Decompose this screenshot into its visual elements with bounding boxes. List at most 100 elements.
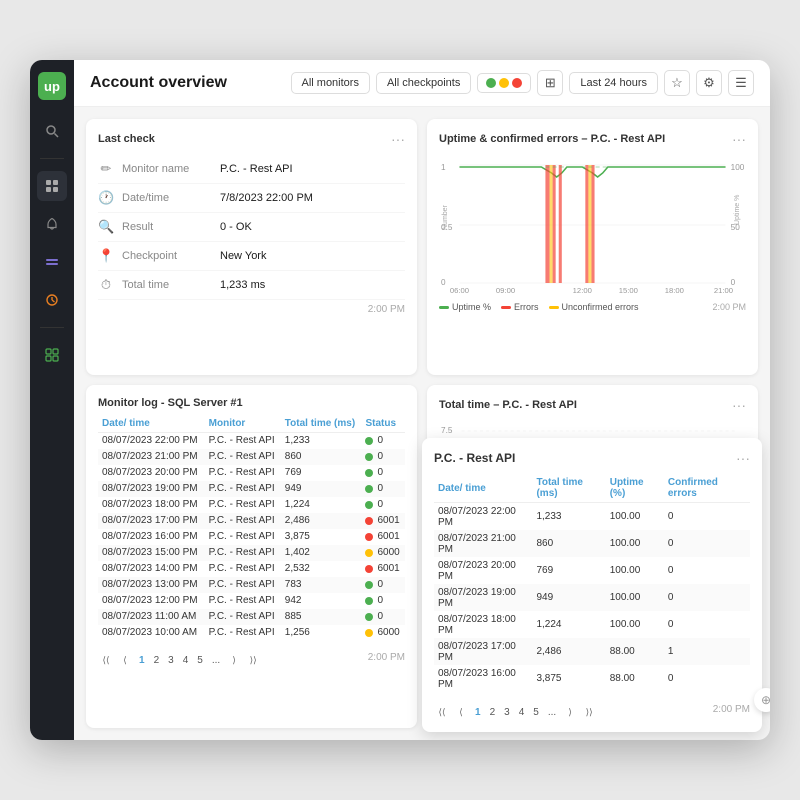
row-status: 0: [361, 449, 405, 465]
table-row: 08/07/2023 17:00 PM P.C. - Rest API 2,48…: [98, 513, 405, 529]
legend-errors-label: Errors: [514, 302, 539, 312]
table-row: 08/07/2023 22:00 PM 1,233 100.00 0: [434, 503, 750, 531]
table-row: 08/07/2023 18:00 PM 1,224 100.00 0: [434, 611, 750, 638]
float-page-1[interactable]: 1: [472, 706, 484, 719]
floating-table-header: Date/ time Total time (ms) Uptime (%) Co…: [434, 474, 750, 503]
legend-errors-color: [501, 306, 511, 309]
filter-red[interactable]: [512, 78, 522, 88]
float-page-first[interactable]: ⟨⟨: [434, 704, 450, 720]
last-check-menu[interactable]: ···: [391, 131, 405, 147]
row-total-time: 2,532: [281, 561, 362, 577]
row-datetime: 08/07/2023 20:00 PM: [98, 465, 205, 481]
page-4[interactable]: 4: [180, 654, 192, 667]
row-total-time: 949: [281, 481, 362, 497]
float-row-errors: 0: [664, 611, 750, 638]
page-last[interactable]: ⟩⟩: [245, 653, 261, 669]
row-status: 0: [361, 497, 405, 513]
uptime-chart-card: Uptime & confirmed errors – P.C. - Rest …: [427, 119, 758, 375]
svg-text:Uptime %: Uptime %: [733, 194, 741, 225]
app-logo: up: [38, 72, 66, 100]
float-row-uptime: 100.00: [606, 503, 664, 531]
total-time-chart-header: Total time – P.C. - Rest API ···: [439, 397, 746, 413]
floating-card-title: P.C. - Rest API: [434, 451, 515, 465]
result-row: 🔍 Result 0 - OK: [98, 213, 405, 242]
page-2[interactable]: 2: [151, 654, 163, 667]
sidebar-icon-search[interactable]: [37, 116, 67, 146]
all-monitors-button[interactable]: All monitors: [291, 72, 370, 94]
page-next[interactable]: ⟩: [226, 653, 242, 669]
status-dot: [365, 597, 373, 605]
star-button[interactable]: ☆: [664, 70, 690, 96]
datetime-row: 🕐 Date/time 7/8/2023 22:00 PM: [98, 184, 405, 213]
row-monitor: P.C. - Rest API: [205, 609, 281, 625]
page-prev[interactable]: ⟨: [117, 653, 133, 669]
float-page-5[interactable]: 5: [530, 706, 542, 719]
legend-unconfirmed-label: Unconfirmed errors: [562, 302, 639, 312]
monitor-log-pagination[interactable]: ⟨⟨ ⟨ 1 2 3 4 5 ... ⟩ ⟩⟩: [98, 653, 261, 669]
table-row: 08/07/2023 10:00 AM P.C. - Rest API 1,25…: [98, 625, 405, 641]
row-datetime: 08/07/2023 22:00 PM: [98, 432, 205, 449]
table-row: 08/07/2023 16:00 PM 3,875 88.00 0: [434, 665, 750, 692]
row-datetime: 08/07/2023 15:00 PM: [98, 545, 205, 561]
float-page-4[interactable]: 4: [516, 706, 528, 719]
page-1[interactable]: 1: [136, 654, 148, 667]
floating-card-menu[interactable]: ···: [736, 450, 750, 466]
row-monitor: P.C. - Rest API: [205, 593, 281, 609]
table-row: 08/07/2023 20:00 PM 769 100.00 0: [434, 557, 750, 584]
traffic-lights-filter[interactable]: [477, 73, 531, 93]
page-5[interactable]: 5: [194, 654, 206, 667]
total-time-chart-menu[interactable]: ···: [732, 397, 746, 413]
sidebar: up: [30, 60, 74, 740]
monitor-log-table: Date/ time Monitor Total time (ms) Statu…: [98, 415, 405, 641]
header-controls: All monitors All checkpoints ⊞ Last 24 h…: [291, 70, 755, 96]
row-datetime: 08/07/2023 10:00 AM: [98, 625, 205, 641]
row-monitor: P.C. - Rest API: [205, 449, 281, 465]
sidebar-icon-grid[interactable]: [37, 340, 67, 370]
row-status: 0: [361, 593, 405, 609]
monitor-name-row: ✏ Monitor name P.C. - Rest API: [98, 155, 405, 184]
svg-text:12:00: 12:00: [573, 286, 592, 295]
float-page-prev[interactable]: ⟨: [453, 704, 469, 720]
last-24-button[interactable]: Last 24 hours: [569, 72, 658, 94]
floating-card-body: 08/07/2023 22:00 PM 1,233 100.00 0 08/07…: [434, 503, 750, 693]
float-row-uptime: 100.00: [606, 530, 664, 557]
float-row-errors: 0: [664, 665, 750, 692]
sidebar-icon-bell[interactable]: [37, 209, 67, 239]
monitor-log-card: Monitor log - SQL Server #1 Date/ time M…: [86, 385, 417, 729]
sidebar-icon-dashboard[interactable]: [37, 171, 67, 201]
status-dot: [365, 629, 373, 637]
settings-button[interactable]: ⚙: [696, 70, 722, 96]
row-total-time: 3,875: [281, 529, 362, 545]
filter-yellow[interactable]: [499, 78, 509, 88]
page-first[interactable]: ⟨⟨: [98, 653, 114, 669]
timer-icon: ⏱: [98, 277, 114, 293]
page-3[interactable]: 3: [165, 654, 177, 667]
status-dot: [365, 453, 373, 461]
monitor-log-timestamp: 2:00 PM: [368, 652, 405, 663]
filter-green[interactable]: [486, 78, 496, 88]
row-total-time: 2,486: [281, 513, 362, 529]
status-dot: [365, 613, 373, 621]
float-page-3[interactable]: 3: [501, 706, 513, 719]
sidebar-icon-purple[interactable]: [37, 247, 67, 277]
uptime-chart-menu[interactable]: ···: [732, 131, 746, 147]
float-page-next[interactable]: ⟩: [562, 704, 578, 720]
float-page-last[interactable]: ⟩⟩: [581, 704, 597, 720]
menu-button[interactable]: ☰: [728, 70, 754, 96]
grid-view-button[interactable]: ⊞: [537, 70, 563, 96]
drag-handle[interactable]: ⊕: [754, 688, 770, 712]
row-datetime: 08/07/2023 21:00 PM: [98, 449, 205, 465]
status-dot: [365, 565, 373, 573]
all-checkpoints-button[interactable]: All checkpoints: [376, 72, 471, 94]
floating-pagination[interactable]: ⟨⟨ ⟨ 1 2 3 4 5 ... ⟩ ⟩⟩: [434, 704, 597, 720]
legend-unconfirmed: Unconfirmed errors: [549, 302, 639, 312]
table-row: 08/07/2023 12:00 PM P.C. - Rest API 942 …: [98, 593, 405, 609]
float-row-errors: 0: [664, 557, 750, 584]
float-row-total-time: 1,224: [532, 611, 605, 638]
main-content: Account overview All monitors All checkp…: [74, 60, 770, 740]
float-row-total-time: 949: [532, 584, 605, 611]
total-time-chart-title: Total time – P.C. - Rest API: [439, 399, 577, 411]
row-monitor: P.C. - Rest API: [205, 625, 281, 641]
float-page-2[interactable]: 2: [487, 706, 499, 719]
sidebar-icon-orange[interactable]: [37, 285, 67, 315]
